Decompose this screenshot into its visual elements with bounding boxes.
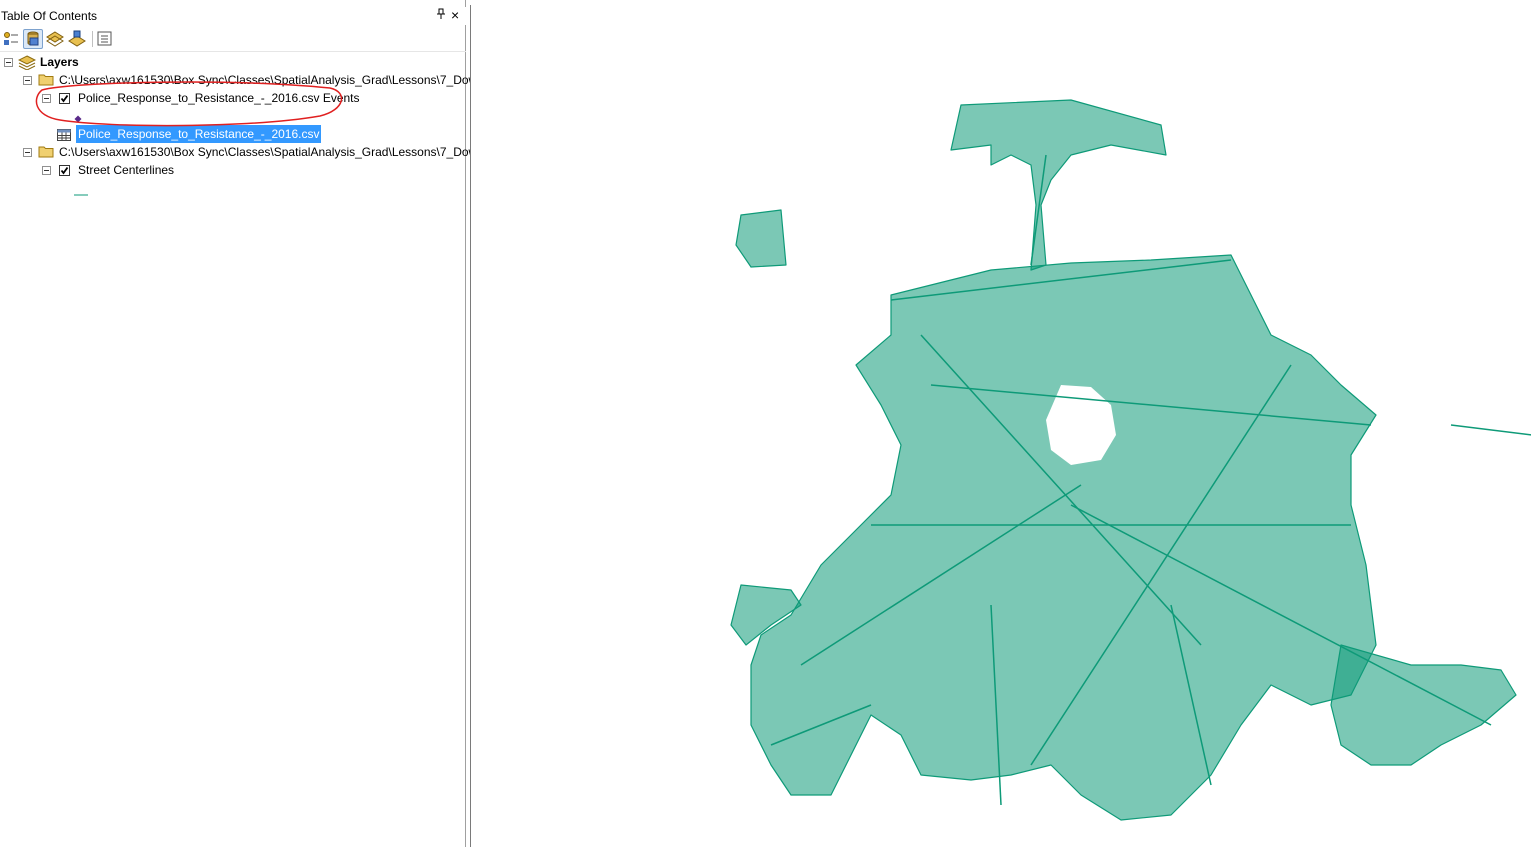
pin-icon[interactable] bbox=[436, 8, 446, 23]
streets-layer-row[interactable]: Street Centerlines bbox=[0, 161, 466, 179]
list-by-drawing-order-button[interactable] bbox=[1, 29, 21, 49]
toolbar-separator bbox=[92, 31, 93, 47]
top-toolbar-strip bbox=[0, 0, 466, 5]
folder-path-label: C:\Users\axw161530\Box Sync\Classes\Spat… bbox=[59, 145, 482, 159]
map-view[interactable] bbox=[470, 5, 1531, 847]
list-selection-icon bbox=[68, 30, 86, 47]
streets-layer-checkbox[interactable] bbox=[59, 165, 70, 176]
list-visibility-icon bbox=[46, 31, 64, 47]
list-by-selection-button[interactable] bbox=[67, 29, 87, 49]
collapse-icon[interactable] bbox=[23, 148, 32, 157]
layers-root-label: Layers bbox=[40, 55, 79, 69]
list-by-source-button[interactable] bbox=[23, 29, 43, 49]
list-by-visibility-button[interactable] bbox=[45, 29, 65, 49]
list-drawing-order-icon bbox=[4, 32, 18, 45]
options-button[interactable] bbox=[95, 29, 115, 49]
toc-toolbar bbox=[0, 27, 466, 52]
folder-icon bbox=[38, 145, 54, 158]
close-icon[interactable]: × bbox=[451, 7, 459, 23]
options-icon bbox=[97, 31, 112, 46]
collapse-icon[interactable] bbox=[42, 166, 51, 175]
toc-title: Table Of Contents bbox=[1, 9, 98, 23]
collapse-icon[interactable] bbox=[4, 58, 13, 67]
table-of-contents-panel: Table Of Contents × Layers C:\Users\axw1… bbox=[0, 0, 481, 847]
layers-root-row[interactable]: Layers bbox=[0, 53, 466, 71]
streets-layer-label: Street Centerlines bbox=[78, 163, 175, 177]
annotation-circle bbox=[35, 81, 343, 127]
line-symbol-icon bbox=[74, 186, 90, 200]
list-source-icon bbox=[27, 31, 39, 46]
toc-title-bar: Table Of Contents × bbox=[0, 7, 466, 25]
street-network-map[interactable] bbox=[471, 5, 1531, 847]
folder-row-2[interactable]: C:\Users\axw161530\Box Sync\Classes\Spat… bbox=[0, 143, 481, 161]
